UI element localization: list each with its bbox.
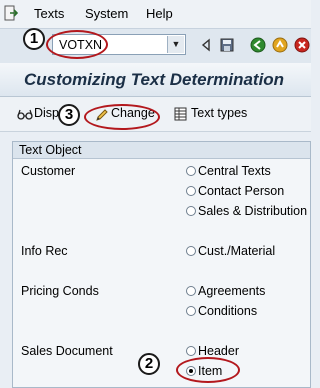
- radio-conditions[interactable]: Conditions: [186, 304, 257, 318]
- text-types-button[interactable]: Text types: [191, 106, 247, 120]
- display-button[interactable]: Disp: [34, 106, 59, 120]
- menu-texts[interactable]: Texts: [34, 6, 64, 21]
- radio-button-icon[interactable]: [186, 286, 196, 296]
- menu-help[interactable]: Help: [146, 6, 173, 21]
- menu-bar: Texts System Help: [0, 0, 311, 28]
- chevron-down-icon[interactable]: ▼: [167, 36, 184, 53]
- step-badge-3: 3: [58, 104, 80, 126]
- radio-agreements[interactable]: Agreements: [186, 284, 265, 298]
- page-title: Customizing Text Determination: [24, 70, 285, 89]
- label-sales-document: Sales Document: [21, 344, 113, 358]
- radio-central-texts[interactable]: Central Texts: [186, 164, 271, 178]
- step-badge-2: 2: [138, 353, 160, 375]
- highlight-item-radio: [176, 357, 240, 383]
- group-title: Text Object: [19, 143, 82, 157]
- highlight-change-button: [84, 104, 160, 130]
- title-bar: Customizing Text Determination: [0, 63, 311, 97]
- radio-button-icon[interactable]: [186, 306, 196, 316]
- radio-sales-distribution[interactable]: Sales & Distribution: [186, 204, 307, 218]
- radio-button-icon[interactable]: [186, 246, 196, 256]
- group-header: Text Object: [13, 142, 310, 159]
- label-info-rec: Info Rec: [21, 244, 68, 258]
- text-object-group: Text Object Customer Central Texts Conta…: [12, 141, 311, 388]
- radio-cust-material[interactable]: Cust./Material: [186, 244, 275, 258]
- exit-transaction-icon[interactable]: [272, 37, 288, 53]
- label-pricing-conds: Pricing Conds: [21, 284, 99, 298]
- glasses-icon: [17, 109, 33, 120]
- step-badge-1: 1: [23, 28, 45, 50]
- highlight-command-field: [46, 30, 108, 59]
- save-icon[interactable]: [219, 37, 235, 53]
- radio-contact-person[interactable]: Contact Person: [186, 184, 284, 198]
- radio-button-icon[interactable]: [186, 206, 196, 216]
- back-arrow-icon[interactable]: [198, 37, 214, 53]
- radio-header[interactable]: Header: [186, 344, 239, 358]
- radio-button-icon[interactable]: [186, 186, 196, 196]
- cancel-icon[interactable]: [294, 37, 310, 53]
- table-icon: [174, 107, 187, 121]
- back-icon[interactable]: [250, 37, 266, 53]
- radio-button-icon[interactable]: [186, 166, 196, 176]
- label-customer: Customer: [21, 164, 76, 178]
- menu-system[interactable]: System: [85, 6, 128, 21]
- exit-icon[interactable]: [4, 5, 18, 21]
- radio-button-icon[interactable]: [186, 346, 196, 356]
